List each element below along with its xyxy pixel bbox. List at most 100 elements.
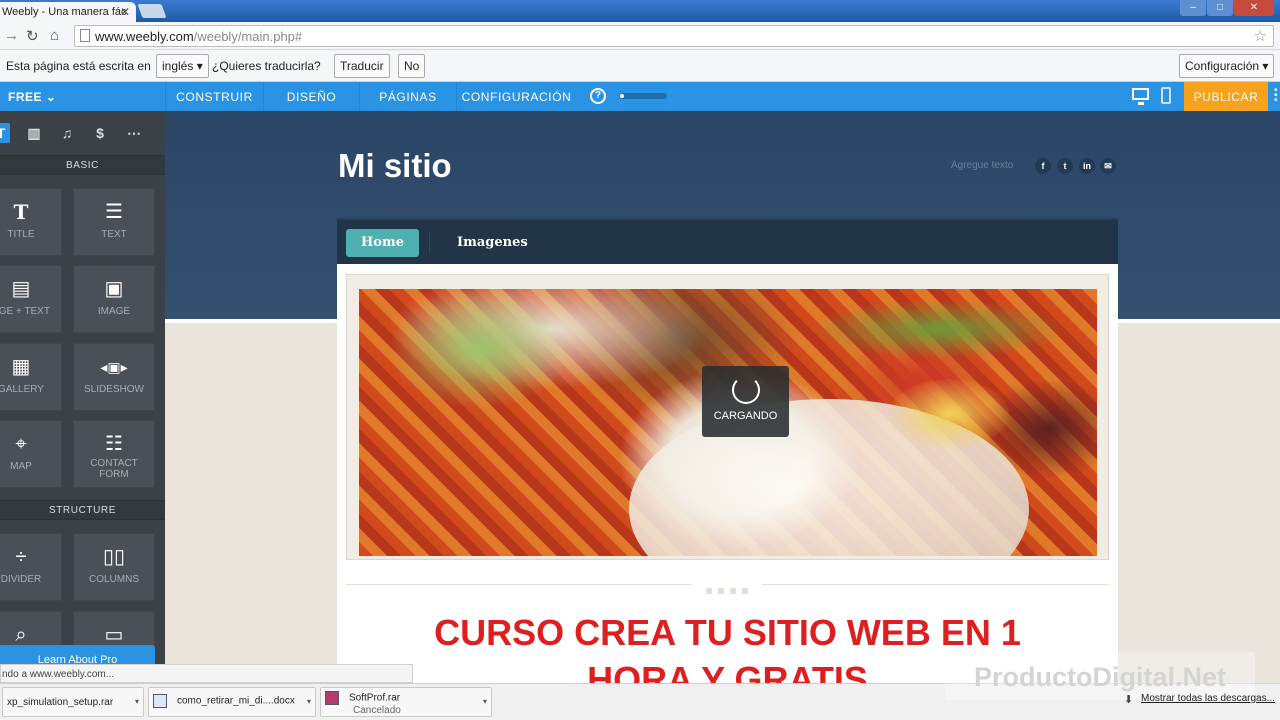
translate-question: ¿Quieres traducirla? [212,59,321,73]
twitter-icon[interactable]: t [1057,158,1073,174]
tile-slideshow[interactable]: ◂▣▸ SLIDESHOW [73,343,155,411]
translate-settings-button[interactable]: Configuración ▾ [1179,54,1275,78]
tile-label: IMAGE [97,306,131,317]
url-host: www.weebly.com [95,29,194,44]
download-item[interactable]: SoftProf.rar Cancelado ▾ [320,687,492,717]
back-arrow-icon[interactable]: → [4,27,19,44]
tile-label: AGE + TEXT [0,306,50,317]
banner-image-frame[interactable]: CARGANDO [346,274,1109,560]
site-title[interactable]: Mi sitio [338,147,452,185]
linkedin-icon[interactable]: in [1079,158,1095,174]
music-category-icon[interactable]: ♫ [57,123,77,143]
map-pin-icon: ⌖ [15,433,27,455]
word-file-icon [153,694,167,708]
tile-label: DIVIDER [0,574,42,585]
gallery-icon: ▦ [11,356,31,378]
tile-divider[interactable]: ÷ DIVIDER [0,533,62,601]
plan-menu[interactable]: FREE ⌄ [0,82,165,111]
contact-form-icon: ☷ [105,433,123,455]
tile-label: COLUMNS [88,574,139,585]
tile-image[interactable]: ▣ IMAGE [73,265,155,333]
no-translate-button[interactable]: No [398,54,426,78]
show-all-downloads-link[interactable]: Mostrar todas las descargas... [1141,693,1275,704]
nav-construir[interactable]: CONSTRUIR [165,82,263,111]
desktop-view-icon[interactable] [1132,88,1149,105]
text-category-icon[interactable]: T [0,123,10,143]
mail-icon[interactable]: ✉ [1100,158,1116,174]
bookmark-star-icon[interactable]: ☆ [1254,27,1267,45]
layout-category-icon[interactable]: ▥ [24,123,44,143]
download-item[interactable]: xp_simulation_setup.rar ▾ [2,687,144,717]
publish-button[interactable]: PUBLICAR [1184,82,1268,111]
photo-herbs [809,299,1069,359]
sidebar-category-bar: T ▥ ♫ $ ⋯ [0,111,165,155]
tile-label: CONTACT FORM [90,458,138,480]
tile-label: SLIDESHOW [83,384,144,395]
more-category-icon[interactable]: ⋯ [124,123,144,143]
site-content: CARGANDO CURSO CREA TU SITIO WEB EN 1 HO… [337,264,1118,686]
tile-gallery[interactable]: ▦ GALLERY [0,343,62,411]
nav-separator [429,232,430,254]
tile-map[interactable]: ⌖ MAP [0,420,62,488]
element-sidebar: T ▥ ♫ $ ⋯ BASIC T TITLE ☰ TEXT ▤ AGE + T… [0,111,165,686]
language-value: inglés [162,59,194,73]
reload-icon[interactable]: ↻ [26,27,39,45]
chevron-down-icon[interactable]: ▾ [135,697,139,706]
download-name: SoftProf.rar [349,692,401,704]
header-add-text[interactable]: Agregue texto [951,160,1013,171]
nav-configuracion[interactable]: CONFIGURACIÓN [456,82,576,111]
page-icon [80,29,90,42]
tile-columns[interactable]: ▯▯ COLUMNS [73,533,155,601]
tile-image-text[interactable]: ▤ AGE + TEXT [0,265,62,333]
loading-progress [619,93,667,99]
tab-title: Weebly - Una manera fác [2,6,127,18]
tile-text[interactable]: ☰ TEXT [73,188,155,256]
translate-bar: Esta página está escrita en inglés ▾ ¿Qu… [0,50,1280,82]
browser-tab[interactable]: Weebly - Una manera fác ✕ [0,2,136,22]
browser-tab-bar: Weebly - Una manera fác ✕ – □ ✕ [0,0,1280,22]
address-bar[interactable]: www.weebly.com/weebly/main.php# ☆ [74,25,1274,47]
site-nav: Home Imagenes [337,218,1118,264]
facebook-icon[interactable]: f [1035,158,1051,174]
close-tab-icon[interactable]: ✕ [120,5,130,19]
image-text-icon: ▤ [11,278,31,300]
tile-label: MAP [10,461,32,472]
title-icon: T [13,200,29,224]
tile-title[interactable]: T TITLE [0,188,62,256]
image-icon: ▣ [104,278,124,300]
text-icon: ☰ [105,201,123,223]
loading-label: CARGANDO [713,410,778,422]
window-controls: – □ ✕ [1179,0,1274,16]
chevron-down-icon[interactable]: ▾ [307,697,311,706]
chevron-down-icon[interactable]: ▾ [483,697,487,706]
mobile-view-icon[interactable] [1161,87,1171,104]
language-select[interactable]: inglés ▾ [156,54,209,78]
translate-message: Esta página está escrita en [6,59,151,73]
download-item[interactable]: como_retirar_mi_di....docx ▾ [148,687,316,717]
home-icon[interactable]: ⌂ [50,27,59,44]
site-nav-home[interactable]: Home [346,229,419,257]
help-icon[interactable]: ? [590,88,606,104]
progress-dot [620,94,624,98]
maximize-icon[interactable]: □ [1207,0,1233,16]
site-nav-imagenes[interactable]: Imagenes [457,235,528,250]
minimize-icon[interactable]: – [1180,0,1206,16]
commerce-category-icon[interactable]: $ [90,123,110,143]
photo-pasta [889,379,1009,449]
browser-status: ndo a www.weebly.com... [0,664,413,683]
plan-label: FREE [8,90,43,104]
divider-icon: ÷ [15,546,27,568]
nav-diseno[interactable]: DISEÑO [263,82,359,111]
close-window-icon[interactable]: ✕ [1234,0,1274,16]
tile-contact-form[interactable]: ☷ CONTACT FORM [73,420,155,488]
nav-paginas[interactable]: PÁGINAS [359,82,456,111]
headline-line-1: CURSO CREA TU SITIO WEB EN 1 [434,612,1021,653]
new-tab-button[interactable] [137,4,167,18]
headline-line-2: HORA Y GRATIS [587,659,868,686]
more-icon[interactable]: • • • [1274,86,1278,106]
loading-overlay: CARGANDO [702,366,789,437]
translate-button[interactable]: Traducir [334,54,390,78]
section-structure: STRUCTURE [0,500,165,520]
tile-label: TEXT [101,229,127,240]
tile-label: TITLE [7,229,35,240]
